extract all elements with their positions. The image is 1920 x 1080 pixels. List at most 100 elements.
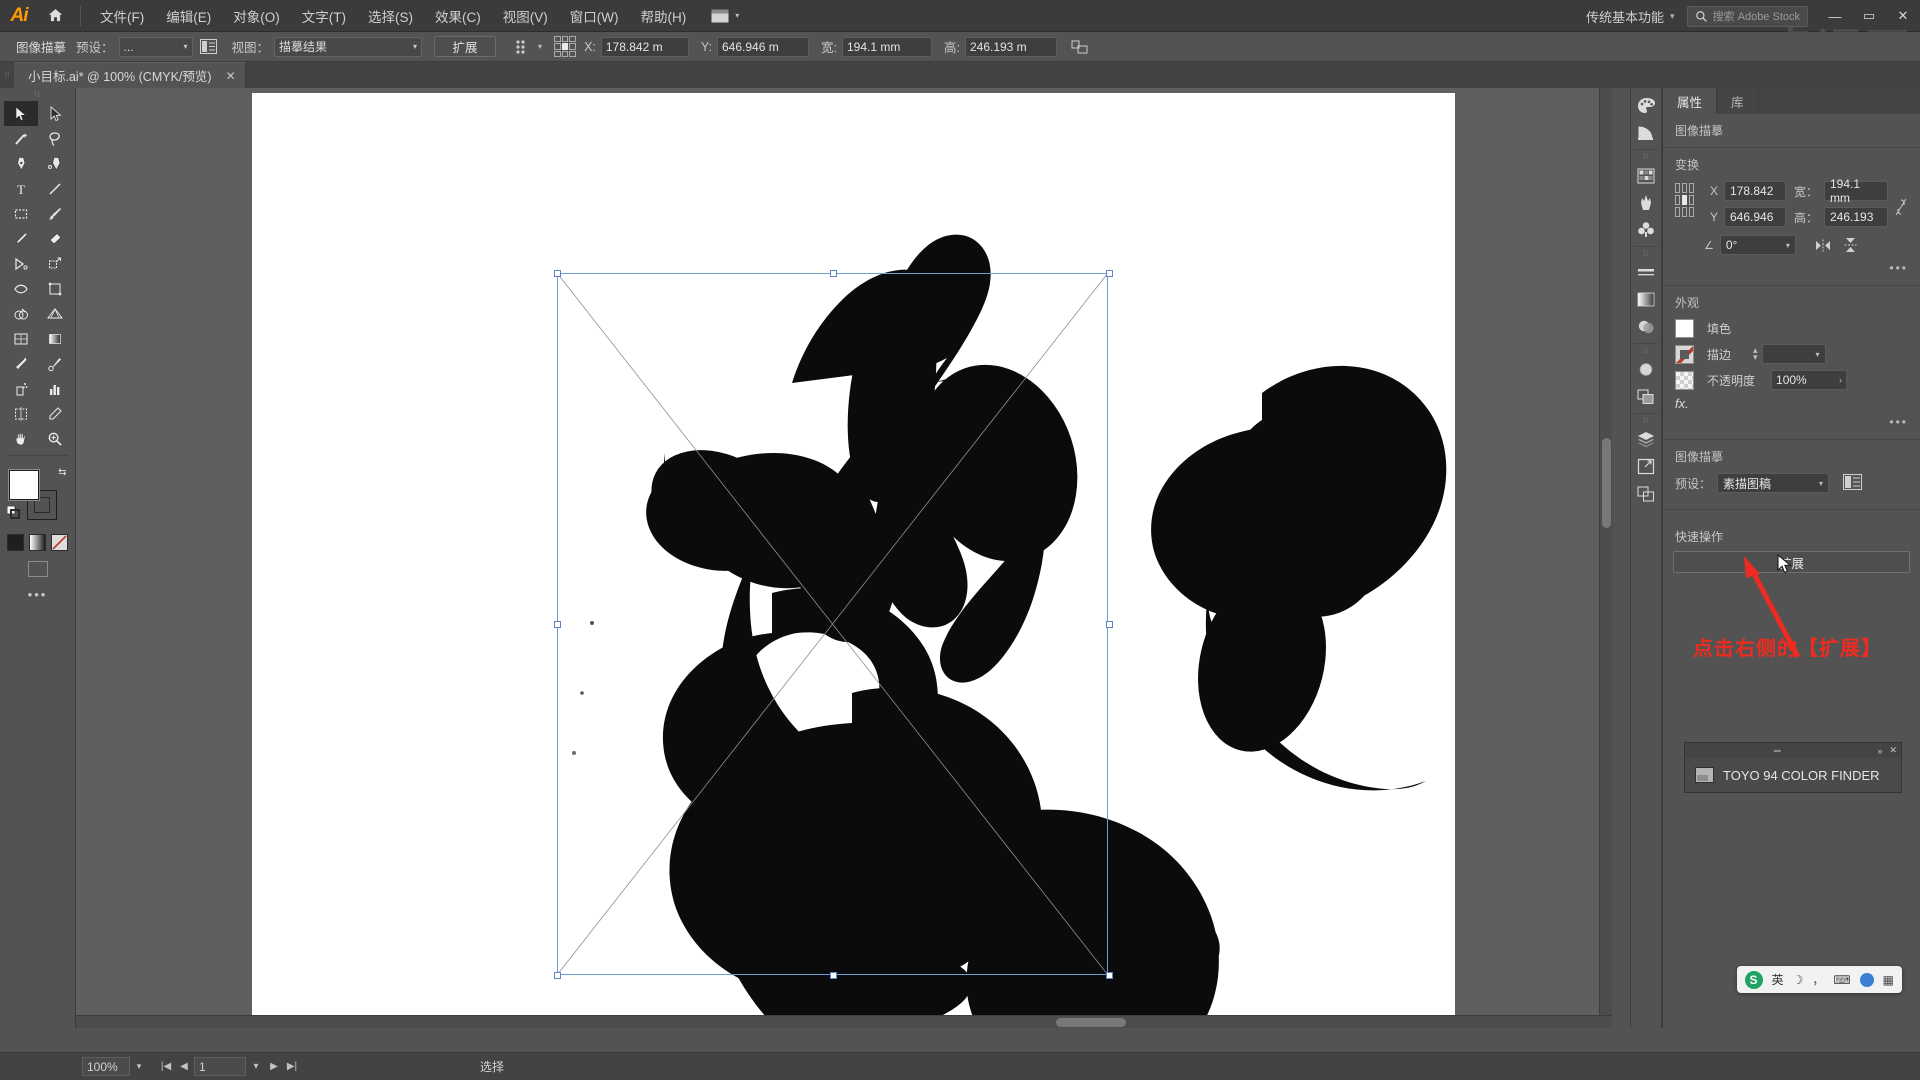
ime-moon-icon[interactable]: ☽ — [1793, 973, 1804, 987]
menu-edit[interactable]: 编辑(E) — [155, 2, 222, 30]
transform-height-input[interactable]: 246.193 — [1824, 207, 1888, 227]
anchor-tl[interactable] — [554, 35, 561, 43]
tool-slice[interactable] — [38, 401, 72, 426]
last-page-icon[interactable]: ▶| — [284, 1061, 300, 1072]
tool-free-transform[interactable] — [38, 276, 72, 301]
trace-panel-icon[interactable] — [198, 36, 220, 58]
menu-select[interactable]: 选择(S) — [357, 2, 424, 30]
artboard[interactable] — [252, 93, 1455, 1018]
toyo-panel-grip-icon[interactable]: ▬ — [1685, 747, 1870, 754]
anchor-ml[interactable] — [554, 43, 561, 50]
transform-y-input[interactable]: 646.946 — [1724, 207, 1786, 227]
anchor-tc[interactable] — [1682, 183, 1687, 193]
transform-more-options-icon[interactable]: ••• — [1675, 261, 1908, 275]
menu-type[interactable]: 文字(T) — [291, 2, 357, 30]
tool-scale[interactable] — [38, 251, 72, 276]
tool-line-segment[interactable] — [38, 176, 72, 201]
toyo-collapse-icon[interactable]: » — [1877, 746, 1882, 756]
canvas-horizontal-scrollbar[interactable] — [76, 1015, 1612, 1028]
zoom-level-input[interactable]: 100% — [82, 1057, 130, 1076]
color-mode-color[interactable] — [7, 534, 24, 551]
flip-vertical-icon[interactable] — [1840, 237, 1862, 253]
transform-reference-point[interactable] — [1675, 183, 1694, 217]
tool-perspective-grid[interactable] — [38, 301, 72, 326]
anchor-tc[interactable] — [561, 35, 569, 43]
dock-group-grip-icon[interactable]: ⁞⁞ — [1637, 347, 1655, 356]
align-chevron-down-icon[interactable]: ▾ — [538, 42, 542, 51]
tool-eraser[interactable] — [38, 226, 72, 251]
tool-rotate[interactable] — [4, 251, 38, 276]
tool-column-graph[interactable] — [38, 376, 72, 401]
tab-properties[interactable]: 属性 — [1663, 88, 1718, 114]
transparency-panel-icon[interactable] — [1632, 313, 1660, 340]
transform-width-input[interactable]: 194.1 mm — [1824, 177, 1888, 205]
stroke-color-swatch[interactable] — [1675, 344, 1694, 364]
image-trace-preset-dropdown[interactable]: 素描图稿 ▾ — [1717, 473, 1830, 493]
ime-mode-label[interactable]: 英 — [1772, 971, 1784, 988]
ime-keyboard-icon[interactable]: ⌨ — [1833, 973, 1850, 987]
flip-horizontal-icon[interactable] — [1812, 239, 1834, 252]
tool-lasso[interactable] — [38, 126, 72, 151]
anchor-bl[interactable] — [1675, 207, 1680, 217]
tool-hand[interactable] — [4, 426, 38, 451]
appearance-panel-icon[interactable] — [1632, 356, 1660, 383]
ime-punctuation-icon[interactable]: ， — [1812, 971, 1824, 988]
dock-group-grip-icon[interactable]: ⁞⁞ — [1637, 250, 1655, 259]
tool-width[interactable] — [4, 276, 38, 301]
color-guide-panel-icon[interactable] — [1632, 119, 1660, 146]
menu-file[interactable]: 文件(F) — [89, 2, 155, 30]
dock-group-grip-icon[interactable]: ⁞⁞ — [1637, 417, 1655, 426]
anchor-mr[interactable] — [569, 43, 577, 50]
menu-view[interactable]: 视图(V) — [492, 2, 559, 30]
tool-pen[interactable] — [4, 151, 38, 176]
ime-user-icon[interactable] — [1859, 972, 1874, 987]
tool-symbol-sprayer[interactable] — [4, 376, 38, 401]
stroke-weight-stepper-icon[interactable]: ▴ ▾ — [1753, 346, 1758, 362]
swatches-panel-icon[interactable] — [1632, 162, 1660, 189]
anchor-bl[interactable] — [554, 50, 561, 58]
color-mode-none[interactable] — [51, 534, 68, 551]
anchor-mr[interactable] — [1689, 195, 1694, 205]
tool-zoom[interactable] — [38, 426, 72, 451]
stock-search-input[interactable]: 搜索 Adobe Stock — [1686, 5, 1808, 27]
view-dropdown[interactable]: 描摹结果 ▾ — [274, 36, 423, 57]
workspace-switcher[interactable]: 传统基本功能 — [1580, 7, 1670, 26]
page-chevron-down-icon[interactable]: ▾ — [248, 1061, 264, 1072]
close-button[interactable]: ✕ — [1886, 0, 1920, 32]
x-input[interactable]: 178.842 m — [600, 36, 689, 57]
home-icon[interactable] — [38, 0, 72, 32]
appearance-more-options-icon[interactable]: ••• — [1675, 415, 1908, 429]
opacity-input[interactable]: 100% › — [1771, 370, 1848, 390]
tool-artboard[interactable] — [4, 401, 38, 426]
tool-curvature[interactable] — [38, 151, 72, 176]
zoom-level-chevron-down-icon[interactable]: ▾ — [130, 1061, 148, 1072]
width-input[interactable]: 194.1 mm — [841, 36, 932, 57]
menu-window[interactable]: 窗口(W) — [559, 2, 630, 30]
anchor-tr[interactable] — [569, 35, 577, 43]
tool-type[interactable]: T — [4, 176, 38, 201]
tool-magic-wand[interactable] — [4, 126, 38, 151]
document-tab-close-icon[interactable]: ✕ — [226, 69, 236, 83]
toyo-close-icon[interactable]: ✕ — [1889, 745, 1897, 756]
canvas-area[interactable] — [76, 88, 1612, 1028]
tool-pencil[interactable] — [4, 226, 38, 251]
anchor-mc[interactable] — [1682, 195, 1687, 205]
graphic-styles-panel-icon[interactable] — [1632, 383, 1660, 410]
brushes-panel-icon[interactable] — [1632, 189, 1660, 216]
toyo-panel-body[interactable]: TOYO 94 COLOR FINDER — [1685, 758, 1901, 792]
tool-blend[interactable] — [38, 351, 72, 376]
menu-effect[interactable]: 效果(C) — [424, 2, 492, 30]
transform-more-icon[interactable] — [1069, 36, 1091, 58]
gradient-panel-icon[interactable] — [1632, 286, 1660, 313]
stroke-weight-input[interactable]: ▾ — [1761, 344, 1826, 364]
tool-mesh[interactable] — [4, 326, 38, 351]
transform-x-input[interactable]: 178.842 — [1724, 181, 1786, 201]
swap-fill-stroke-icon[interactable]: ⇆ — [58, 467, 66, 478]
anchor-bc[interactable] — [561, 50, 569, 58]
fill-swatch[interactable] — [7, 469, 40, 501]
tool-shape-builder[interactable] — [4, 301, 38, 326]
open-image-trace-panel-icon[interactable] — [1843, 473, 1863, 493]
constrain-proportions-icon[interactable] — [1894, 181, 1908, 217]
height-input[interactable]: 246.193 m — [964, 36, 1057, 57]
sogou-logo-icon[interactable]: S — [1744, 970, 1763, 989]
